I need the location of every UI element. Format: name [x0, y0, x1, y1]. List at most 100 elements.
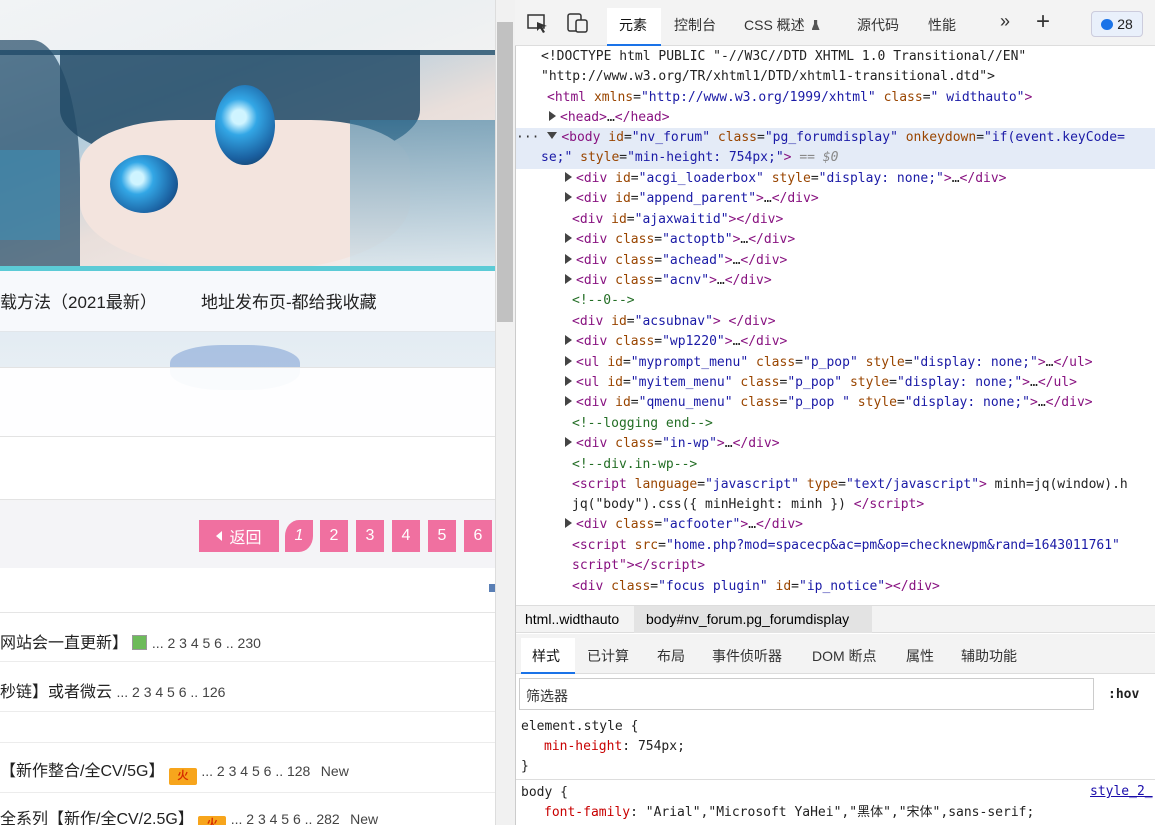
inspect-element-icon[interactable] [527, 14, 549, 34]
styles-filter-input[interactable]: 筛选器 [519, 678, 1094, 710]
dom-tree[interactable]: <!DOCTYPE html PUBLIC "-//W3C//DTD XHTML… [516, 47, 1155, 605]
image-attachment-icon [132, 635, 148, 650]
list-header [0, 568, 495, 613]
nav-item-download[interactable]: 载方法（2021最新） [0, 288, 157, 313]
subtab-dom-breakpoints[interactable]: DOM 断点 [812, 646, 877, 666]
thread-list: 网站会一直更新】 ... 2 3 4 5 6 .. 230 秒链】或者微云 ..… [0, 568, 495, 825]
dom-line-ul-myprompt[interactable]: <ul id="myprompt_menu" class="p_pop" sty… [565, 353, 1093, 373]
page-6-link[interactable]: 6 [464, 520, 492, 552]
table-row[interactable]: 【新作整合/全CV/5G】 火 ... 2 3 4 5 6 .. 128 New [0, 743, 495, 793]
back-button[interactable]: 返回 [199, 520, 279, 552]
dom-line-div-acfooter[interactable]: <div class="acfooter">…</div> [565, 515, 803, 535]
page-2-link[interactable]: 2 [320, 520, 348, 552]
dom-line-div-acnv[interactable]: <div class="acnv">…</div> [565, 271, 772, 291]
table-row[interactable]: 网站会一直更新】 ... 2 3 4 5 6 .. 230 [0, 613, 495, 662]
tab-console[interactable]: 控制台 [674, 15, 716, 35]
tab-css-overview-label: CSS 概述 [744, 17, 805, 33]
back-label: 返回 [229, 530, 262, 547]
thread-title[interactable]: 【新作整合/全CV/5G】 [0, 763, 164, 780]
tab-elements-label: 元素 [619, 17, 647, 33]
dom-line-comment-0[interactable]: <!--0--> [572, 291, 635, 311]
page-3-link[interactable]: 3 [356, 520, 384, 552]
hot-badge-icon: 火 [198, 816, 227, 825]
back-arrow-icon [216, 531, 223, 541]
css-declaration-font-family[interactable]: font-family: "Arial","Microsoft YaHei","… [544, 803, 1034, 823]
hov-toggle-button[interactable]: :hov [1108, 687, 1139, 702]
dom-line-html[interactable]: <html xmlns="http://www.w3.org/1999/xhtm… [547, 88, 1032, 108]
dom-line-doctype-2[interactable]: "http://www.w3.org/TR/xhtml1/DTD/xhtml1-… [541, 67, 995, 87]
table-row[interactable]: 全系列【新作/全CV/2.5G】 火 ... 2 3 4 5 6 .. 282 … [0, 793, 495, 825]
css-rule-element-selector[interactable]: element.style { [521, 717, 638, 737]
device-toolbar-icon[interactable] [567, 13, 589, 33]
new-label: New [350, 811, 379, 825]
new-label: New [320, 763, 349, 779]
dom-line-script-minh-2[interactable]: jq("body").css({ minHeight: minh }) </sc… [572, 495, 924, 515]
breadcrumb-body[interactable]: body#nv_forum.pg_forumdisplay [646, 611, 849, 627]
dom-line-div-loader[interactable]: <div id="acgi_loaderbox" style="display:… [565, 169, 1007, 189]
dom-line-body-2[interactable]: se;" style="min-height: 754px;"> == $0 [541, 148, 838, 168]
thread-title[interactable]: 秒链】或者微云 [0, 684, 112, 701]
styles-pane: element.style { min-height: 754px; } bod… [516, 712, 1155, 825]
banner-image [0, 0, 495, 270]
dom-line-script-minh[interactable]: <script language="javascript" type="text… [572, 475, 1128, 495]
dom-line-div-qmenu[interactable]: <div id="qmenu_menu" class="p_pop " styl… [565, 393, 1093, 413]
collapse-arrow-icon[interactable] [547, 132, 558, 139]
breadcrumb-html[interactable]: html..widthauto [525, 611, 619, 627]
thread-title[interactable]: 网站会一直更新】 [0, 635, 128, 652]
nav-bar: 载方法（2021最新） 地址发布页-都给我收藏 [0, 271, 495, 332]
content-bar-2 [0, 437, 495, 500]
subtab-properties[interactable]: 属性 [906, 646, 934, 666]
dom-line-div-append[interactable]: <div id="append_parent">…</div> [565, 189, 819, 209]
subtab-accessibility[interactable]: 辅助功能 [961, 646, 1017, 666]
dom-line-comment-inwp[interactable]: <!--div.in-wp--> [572, 455, 697, 475]
dom-line-div-focus[interactable]: <div class="focus plugin" id="ip_notice"… [572, 577, 940, 597]
thread-pages[interactable]: ... 2 3 4 5 6 .. 126 [116, 684, 225, 700]
expand-arrow-icon[interactable] [549, 111, 556, 121]
tab-css-overview[interactable]: CSS 概述 [744, 15, 820, 35]
breadcrumb: html..widthauto body#nv_forum.pg_forumdi… [516, 605, 1155, 633]
dom-line-ul-myitem[interactable]: <ul id="myitem_menu" class="p_pop" style… [565, 373, 1077, 393]
add-tab-icon[interactable]: + [1036, 8, 1050, 36]
scrollbar-thumb[interactable] [497, 22, 513, 322]
dom-line-script-home[interactable]: <script src="home.php?mod=spacecp&ac=pm&… [572, 536, 1120, 556]
subtab-event-listeners[interactable]: 事件侦听器 [712, 646, 782, 666]
page-4-link[interactable]: 4 [392, 520, 420, 552]
table-row[interactable]: 秒链】或者微云 ... 2 3 4 5 6 .. 126 [0, 662, 495, 712]
dom-line-div-achead[interactable]: <div class="achead">…</div> [565, 251, 787, 271]
thread-pages[interactable]: ... 2 3 4 5 6 .. 282 [231, 811, 340, 825]
css-rule-close: } [521, 759, 529, 774]
css-rule-body-selector[interactable]: body { [521, 783, 568, 803]
css-declaration-min-height[interactable]: min-height: 754px; [544, 737, 685, 757]
issues-counter-button[interactable]: 28 [1091, 11, 1143, 37]
dom-line-body[interactable]: ··· <body id="nv_forum" class="pg_forumd… [516, 128, 1125, 148]
tab-performance[interactable]: 性能 [928, 15, 956, 35]
page-1-current[interactable]: 1 [285, 520, 313, 552]
dom-line-div-ajax[interactable]: <div id="ajaxwaitid"></div> [572, 210, 783, 230]
dom-line-div-inwp[interactable]: <div class="in-wp">…</div> [565, 434, 780, 454]
issues-count: 28 [1117, 16, 1133, 32]
page-5-link[interactable]: 5 [428, 520, 456, 552]
tab-elements[interactable]: 元素 [607, 8, 661, 46]
dom-line-div-wp1220[interactable]: <div class="wp1220">…</div> [565, 332, 787, 352]
dom-line-div-actoptb[interactable]: <div class="actoptb">…</div> [565, 230, 795, 250]
content-bar [0, 367, 495, 437]
dom-line-doctype[interactable]: <!DOCTYPE html PUBLIC "-//W3C//DTD XHTML… [541, 47, 1026, 67]
thread-pages[interactable]: ... 2 3 4 5 6 .. 128 [201, 763, 310, 779]
nav-item-address[interactable]: 地址发布页-都给我收藏 [201, 288, 377, 313]
hot-badge-icon: 火 [168, 768, 197, 785]
thread-title[interactable]: 全系列【新作/全CV/2.5G】 [0, 811, 194, 825]
dom-line-script-home-2[interactable]: script"></script> [572, 556, 705, 576]
subtab-layout[interactable]: 布局 [657, 646, 685, 666]
flask-icon [811, 20, 820, 30]
dom-line-comment-logging[interactable]: <!--logging end--> [572, 414, 713, 434]
filter-placeholder: 筛选器 [526, 688, 568, 704]
dom-line-div-acsubnav[interactable]: <div id="acsubnav"> </div> [572, 312, 776, 332]
thread-pages[interactable]: ... 2 3 4 5 6 .. 230 [152, 635, 261, 651]
subtab-styles-label[interactable]: 样式 [532, 646, 560, 666]
stylesheet-source-link[interactable]: style_2_ [1090, 784, 1153, 799]
more-tabs-icon[interactable]: » [1000, 11, 1010, 32]
message-icon [1101, 18, 1114, 30]
tab-sources[interactable]: 源代码 [857, 15, 899, 35]
dom-line-head[interactable]: <head>…</head> [549, 108, 670, 128]
subtab-computed[interactable]: 已计算 [587, 646, 629, 666]
